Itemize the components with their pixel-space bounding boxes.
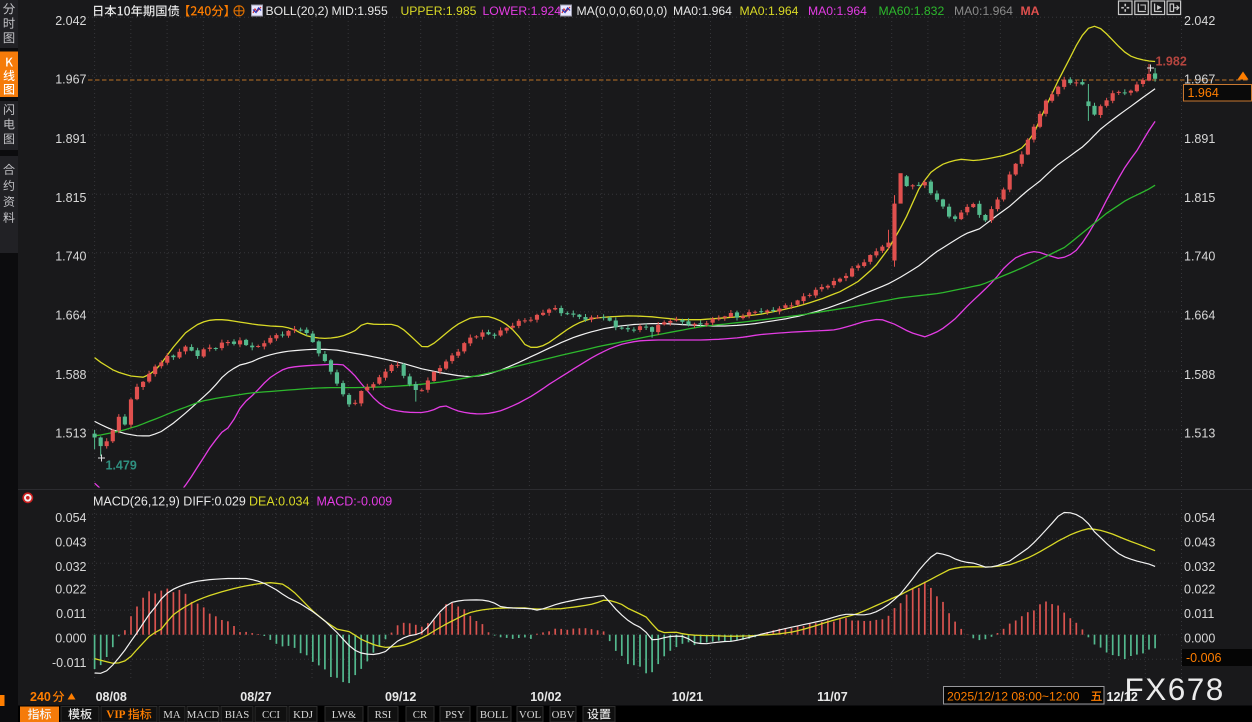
svg-text:1.479: 1.479 (106, 459, 137, 473)
svg-text:09/12: 09/12 (385, 690, 416, 704)
svg-text:LOWER:1.924: LOWER:1.924 (483, 4, 562, 18)
svg-text:0.011: 0.011 (1184, 607, 1214, 621)
svg-text:1.815: 1.815 (1184, 191, 1215, 205)
svg-text:CCI: CCI (262, 709, 280, 721)
svg-text:MA(0,0,0,60,0,0): MA(0,0,0,60,0,0) (577, 4, 668, 18)
svg-text:08/08: 08/08 (96, 690, 127, 704)
svg-text:MA60:1.832: MA60:1.832 (879, 4, 945, 18)
svg-text:VIP: VIP (106, 709, 125, 721)
svg-text:2025/12/12 08:00~12:00: 2025/12/12 08:00~12:00 (947, 690, 1080, 704)
svg-text:0.043: 0.043 (55, 536, 86, 550)
svg-text:OBV: OBV (552, 709, 575, 721)
svg-text:1.815: 1.815 (55, 191, 86, 205)
svg-text:2.042: 2.042 (55, 14, 86, 28)
svg-text:MA0:1.964: MA0:1.964 (954, 4, 1013, 18)
svg-text:11/07: 11/07 (817, 690, 848, 704)
svg-text:0.032: 0.032 (1184, 560, 1215, 574)
svg-text:RSI: RSI (375, 709, 392, 721)
svg-text:-0.006: -0.006 (1186, 651, 1221, 665)
svg-text:1.964: 1.964 (1188, 86, 1219, 100)
svg-text:0.000: 0.000 (1184, 632, 1215, 646)
svg-text:1.588: 1.588 (55, 368, 86, 382)
svg-text:1.982: 1.982 (1156, 55, 1187, 69)
svg-text:08/27: 08/27 (240, 690, 271, 704)
svg-text:1.664: 1.664 (55, 309, 86, 323)
svg-text:DEA:0.034: DEA:0.034 (249, 495, 310, 509)
svg-text:10/02: 10/02 (530, 690, 561, 704)
svg-text:1.513: 1.513 (55, 426, 86, 440)
svg-text:1.891: 1.891 (1184, 132, 1215, 146)
svg-text:MA: MA (163, 709, 181, 721)
svg-text:0.022: 0.022 (1184, 582, 1215, 596)
svg-text:MA: MA (1021, 4, 1040, 18)
svg-text:0.032: 0.032 (55, 560, 86, 574)
svg-text:MACD: MACD (187, 709, 220, 721)
svg-text:MA0:1.964: MA0:1.964 (740, 4, 799, 18)
svg-text:BIAS: BIAS (225, 709, 250, 721)
svg-text:1.891: 1.891 (55, 132, 86, 146)
svg-text:1.588: 1.588 (1184, 368, 1215, 382)
svg-text:10/21: 10/21 (672, 690, 703, 704)
svg-text:MACD:-0.009: MACD:-0.009 (317, 495, 393, 509)
svg-text:0.011: 0.011 (56, 607, 86, 621)
svg-text:MA0:1.964: MA0:1.964 (808, 4, 867, 18)
svg-text:MACD(26,12,9) DIFF:0.029: MACD(26,12,9) DIFF:0.029 (93, 495, 246, 509)
svg-text:0.054: 0.054 (55, 511, 86, 525)
svg-text:UPPER:1.985: UPPER:1.985 (401, 4, 477, 18)
svg-text:0.054: 0.054 (1184, 511, 1215, 525)
svg-text:BOLL: BOLL (480, 709, 508, 721)
svg-text:CR: CR (413, 709, 428, 721)
svg-text:1.740: 1.740 (55, 249, 86, 263)
svg-text:1.664: 1.664 (1184, 309, 1215, 323)
svg-text:BOLL(20,2): BOLL(20,2) (266, 4, 329, 18)
svg-text:1.740: 1.740 (1184, 249, 1215, 263)
svg-text:1.967: 1.967 (55, 73, 86, 87)
svg-text:LW&: LW& (332, 709, 357, 721)
svg-text:VOL: VOL (519, 709, 541, 721)
svg-text:-0.011: -0.011 (52, 656, 87, 670)
svg-text:240: 240 (30, 690, 51, 704)
svg-text:0.000: 0.000 (55, 632, 86, 646)
svg-text:2.042: 2.042 (1184, 14, 1215, 28)
svg-text:1.513: 1.513 (1184, 426, 1215, 440)
svg-text:PSY: PSY (445, 709, 465, 721)
svg-text:0.043: 0.043 (1184, 536, 1215, 550)
svg-text:MA0:1.964: MA0:1.964 (673, 4, 732, 18)
svg-text:0.022: 0.022 (55, 582, 86, 596)
svg-text:MID:1.955: MID:1.955 (332, 4, 388, 18)
svg-text:KDJ: KDJ (293, 709, 313, 721)
svg-text:FX678: FX678 (1125, 671, 1225, 707)
